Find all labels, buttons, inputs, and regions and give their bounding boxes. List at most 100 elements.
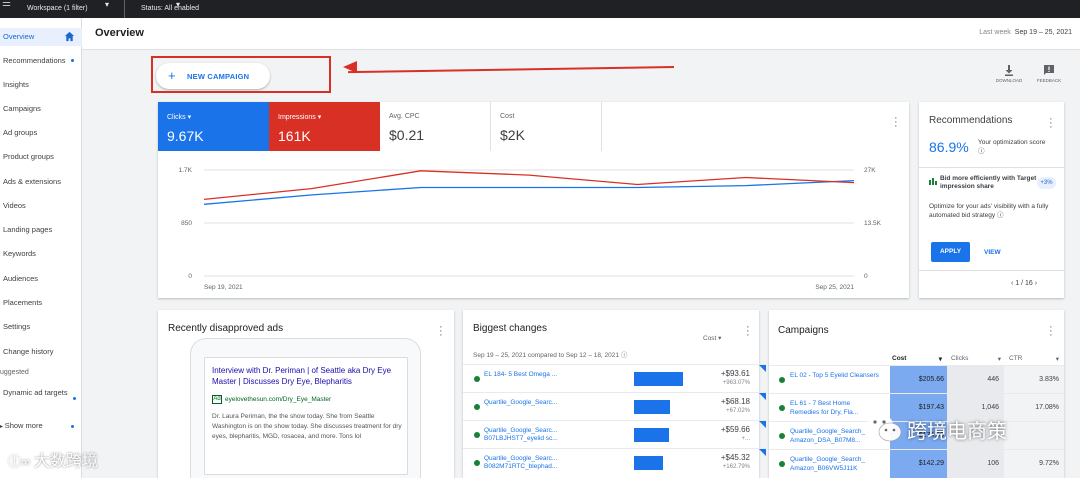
metric-value: $2K [500, 127, 525, 143]
page-title: Overview [95, 27, 144, 39]
status-filter[interactable]: Status: All enabled [141, 5, 199, 12]
chevron-down-icon[interactable]: ▾ [105, 0, 109, 9]
column-header-clicks[interactable]: Clicks ▾ [951, 355, 1001, 363]
performance-chart: 1.7K 850 0 27K 13.5K 0 Sep 19, 2021 Sep 25, 202… [179, 167, 882, 291]
more-options-icon[interactable]: · · · [1049, 114, 1053, 133]
recommendation-pager: ‹ 1 / 16 › [1011, 280, 1037, 287]
sidebar-item-label: Campaigns [3, 104, 41, 113]
sidebar-item-overview[interactable]: Overview [0, 28, 82, 46]
sidebar-section-label: uggested [0, 369, 29, 376]
date-range-picker[interactable]: Last week Sep 19 – 25, 2021 [979, 29, 1072, 36]
feedback-icon [1044, 65, 1054, 75]
more-options-icon[interactable]: · · · [894, 113, 898, 132]
table-row[interactable]: EL 184- 5 Best Omega ... +$93.61 +963.07… [463, 364, 766, 392]
chevron-down-icon[interactable]: ▾ [176, 0, 180, 9]
optimization-score-label: Your optimization score ⓘ [978, 139, 1046, 155]
ad-headline[interactable]: Interview with Dr. Periman | of Seattle … [212, 365, 407, 387]
table-row[interactable]: Quartile_Google_Searc... +$68.18 +67.02% [463, 392, 766, 420]
campaign-name[interactable]: Quartile_Google_Searc... [484, 399, 574, 407]
apply-button[interactable]: APPLY [931, 242, 970, 262]
metric-clicks[interactable]: Clicks ▾ 9.67K [158, 102, 269, 151]
metric-avg-cpc[interactable]: Avg. CPC $0.21 [380, 102, 491, 151]
table-row[interactable]: EL 02 - Top 5 Eyelid Cleansers $205.66 4… [769, 365, 1064, 394]
sidebar-item-ad-groups[interactable]: Ad groups [0, 124, 82, 142]
chevron-down-icon: ▾ [187, 114, 192, 121]
more-options-icon[interactable]: · · · [1049, 322, 1053, 341]
table-row[interactable]: Quartile_Google_Searc... B082M71RTC_blep… [463, 448, 766, 476]
metric-impressions[interactable]: Impressions ▾ 161K [269, 102, 380, 151]
notification-dot [71, 59, 74, 62]
workspace-filter[interactable]: Workspace (1 filter) [27, 5, 88, 12]
view-button[interactable]: VIEW [984, 249, 1001, 256]
ad-url: eyelovethesun.com/Dry_Eye_Master [225, 396, 332, 403]
metric-cost[interactable]: Cost $2K [491, 102, 602, 151]
sidebar-item-landing-pages[interactable]: Landing pages [0, 221, 82, 239]
sidebar-item-product-groups[interactable]: Product groups [0, 148, 82, 166]
ad-tag: Ad [212, 395, 222, 404]
sidebar-item-keywords[interactable]: Keywords [0, 245, 82, 263]
chevron-left-icon[interactable]: ‹ [1011, 280, 1013, 287]
sidebar-item-audiences[interactable]: Audiences [0, 270, 82, 288]
metric-label: Clicks [167, 114, 186, 121]
feedback-label: FEEDBACK [1036, 78, 1062, 83]
sidebar-item-label: Recommendations [3, 56, 66, 65]
campaign-name[interactable]: Quartile_Google_Searc... B082M71RTC_blep… [484, 455, 574, 471]
x-tick-label: Sep 19, 2021 [204, 284, 243, 291]
download-button[interactable]: DOWNLOAD [994, 64, 1024, 83]
status-dot [474, 432, 480, 438]
card-title: Recently disapproved ads [168, 323, 284, 334]
sidebar-item-change-history[interactable]: Change history [0, 343, 82, 361]
impact-badge: +3% [1037, 177, 1056, 189]
corner-marker [759, 449, 766, 456]
sidebar-item-dynamic-ad-targets[interactable]: Dynamic ad targets [3, 388, 76, 400]
status-dot [474, 404, 480, 410]
sidebar-item-videos[interactable]: Videos [0, 197, 82, 215]
y-right-tick-label: 13.5K [864, 220, 882, 227]
recommendations-card: Recommendations · · · 86.9% Your optimizat… [919, 102, 1065, 298]
wechat-logo-icon [867, 414, 902, 442]
sidebar-item-insights[interactable]: Insights [0, 76, 82, 94]
campaign-name[interactable]: EL 02 - Top 5 Eyelid Cleansers [790, 371, 880, 380]
change-bar [634, 372, 683, 386]
divider [124, 0, 125, 18]
sidebar-item-settings[interactable]: Settings [0, 318, 82, 336]
campaign-name[interactable]: Quartile_Google_Searc... B07LBJHST7_eyel… [484, 427, 574, 443]
column-header-ctr[interactable]: CTR ▾ [1009, 355, 1059, 363]
table-row[interactable]: Quartile_Google_Searc... B07LBJHST7_eyel… [463, 420, 766, 448]
table-row[interactable]: Quartile_Google_Search_ Amazon_B06VW5J11… [769, 449, 1064, 478]
sidebar-item-ads-extensions[interactable]: Ads & extensions [0, 173, 82, 191]
column-header-cost[interactable]: Cost ▾ [892, 355, 942, 363]
status-dot [474, 460, 480, 466]
annotation-highlight-box [151, 56, 331, 93]
pager-label: 1 / 16 [1015, 280, 1033, 287]
show-more-button[interactable]: ▸ Show more [0, 421, 43, 430]
performance-card: Clicks ▾ 9.67K Impressions ▾ 161K Avg. C… [158, 102, 909, 298]
sidebar-item-recommendations[interactable]: Recommendations [0, 52, 82, 70]
menu-icon[interactable]: ☰ [2, 0, 16, 14]
campaign-name[interactable]: Quartile_Google_Search_ Amazon_B06VW5J11… [790, 455, 880, 473]
clicks-cell: 106 [947, 450, 1004, 478]
sidebar-item-label: Ad groups [3, 128, 38, 137]
more-options-icon[interactable]: · · · [439, 322, 443, 341]
phone-preview: Interview with Dr. Periman | of Seattle … [190, 338, 421, 478]
change-percent: +963.07% [722, 380, 750, 386]
sidebar: Overview Recommendations Insights Campai… [0, 18, 82, 478]
comparison-range: Sep 19 – 25, 2021 compared to Sep 12 – 1… [473, 352, 628, 359]
campaigns-card: Campaigns · · · Cost ▾ Clicks ▾ CTR ▾ EL 02 -… [769, 310, 1064, 478]
help-icon[interactable]: ⓘ [997, 212, 1004, 219]
chevron-right-icon[interactable]: › [1035, 280, 1037, 287]
change-percent: +162.79% [722, 464, 750, 470]
campaign-name[interactable]: EL 184- 5 Best Omega ... [484, 371, 574, 379]
more-options-icon[interactable]: · · · [746, 322, 750, 341]
feedback-button[interactable]: FEEDBACK [1034, 64, 1064, 83]
help-icon[interactable]: ⓘ [978, 148, 985, 155]
sidebar-item-label: Placements [3, 298, 43, 307]
metric-selector[interactable]: Cost ▾ [703, 334, 721, 342]
sidebar-item-campaigns[interactable]: Campaigns [0, 100, 82, 118]
sidebar-item-label: Product groups [3, 152, 54, 161]
change-value: +$59.66 [720, 425, 750, 434]
sidebar-item-placements[interactable]: Placements [0, 294, 82, 312]
help-icon[interactable]: ⓘ [621, 352, 628, 359]
status-dot [779, 461, 785, 467]
ctr-cell: 3.83% [1004, 366, 1064, 394]
